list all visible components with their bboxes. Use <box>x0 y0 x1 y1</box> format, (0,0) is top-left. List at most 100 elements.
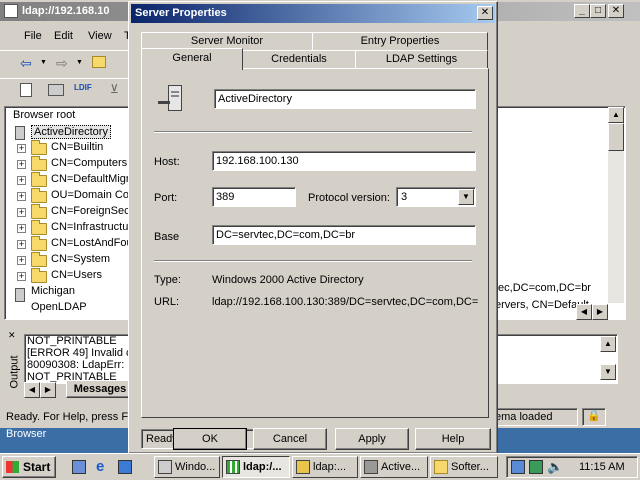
base-field[interactable]: DC=servtec,DC=com,DC=br <box>212 225 476 245</box>
expand-icon[interactable]: + <box>17 208 26 217</box>
expand-icon[interactable]: + <box>17 240 26 249</box>
task-label: Softer... <box>451 461 489 473</box>
app-icon <box>4 4 18 18</box>
tree-item[interactable]: OU=Domain Cor <box>51 189 133 205</box>
tree-item[interactable]: CN=System <box>51 253 110 269</box>
dropdown-arrow-icon[interactable]: ▼ <box>40 59 47 66</box>
task-label: ldap:... <box>313 461 347 473</box>
scroll-left-icon[interactable]: ◀ <box>576 304 592 320</box>
output-line: 80090308: LdapErr: D <box>27 359 134 371</box>
tree-pane: Browser root ActiveDirectory + CN=Builti… <box>4 106 136 320</box>
system-tray: 🔈 11:15 AM <box>506 456 638 478</box>
ie-icon[interactable]: e <box>96 458 104 475</box>
general-tab-panel: ActiveDirectory Host: 192.168.100.130 Po… <box>141 68 489 418</box>
clock[interactable]: 11:15 AM <box>579 461 625 473</box>
network-icon[interactable] <box>511 460 525 474</box>
tab-label: LDAP Settings <box>385 53 458 65</box>
dialog-title-bar: Server Properties ✕ <box>131 4 495 23</box>
tab-label: Entry Properties <box>360 35 440 47</box>
entry-list-scrollbar[interactable]: ▲ <box>608 107 624 303</box>
start-button[interactable]: Start <box>2 456 56 478</box>
tab-ldap-settings[interactable]: LDAP Settings <box>355 50 488 68</box>
protocol-version-select[interactable]: 3 ▼ <box>396 187 476 207</box>
host-field[interactable]: 192.168.100.130 <box>212 151 476 171</box>
scroll-down-icon[interactable]: ▼ <box>600 364 616 380</box>
expand-icon[interactable]: + <box>17 176 26 185</box>
expand-icon[interactable]: + <box>17 272 26 281</box>
tree-item-openldap[interactable]: OpenLDAP <box>31 301 87 317</box>
start-label: Start <box>23 460 51 474</box>
tab-general[interactable]: General <box>141 48 243 70</box>
expand-icon[interactable]: + <box>17 192 26 201</box>
output-text-area[interactable]: NOT_PRINTABLE [ERROR 49] Invalid c 80090… <box>24 334 134 384</box>
tab-credentials[interactable]: Credentials <box>242 50 356 68</box>
up-folder-icon[interactable] <box>92 56 106 68</box>
server-properties-dialog: Server Properties ✕ Server Monitor Entry… <box>128 1 498 454</box>
menu-file[interactable]: File <box>24 30 42 42</box>
dialog-close-icon[interactable]: ✕ <box>477 6 493 20</box>
tree-item-activedirectory[interactable]: ActiveDirectory <box>31 125 111 139</box>
scroll-right-icon[interactable]: ▶ <box>40 382 56 398</box>
help-button[interactable]: Help <box>415 428 491 450</box>
forward-arrow-icon[interactable]: ⇨ <box>56 55 68 72</box>
task-ldap-active[interactable]: ldap:/... <box>222 456 290 478</box>
ldif-icon[interactable]: LDIF <box>74 83 92 92</box>
task-label: ldap:/... <box>243 461 282 473</box>
tree-item[interactable]: CN=Builtin <box>51 141 103 157</box>
scroll-up-icon[interactable]: ▲ <box>608 107 624 123</box>
speaker-icon[interactable]: 🔈 <box>547 459 563 475</box>
ok-button[interactable]: OK <box>173 428 247 450</box>
close-icon[interactable]: ✕ <box>608 4 624 18</box>
task-softer[interactable]: Softer... <box>430 456 498 478</box>
tree-item[interactable]: CN=ForeignSec <box>51 205 130 221</box>
main-window-title: ldap://192.168.10 <box>22 5 110 17</box>
desktop-icon[interactable] <box>72 460 86 474</box>
scroll-right-icon[interactable]: ▶ <box>592 304 608 320</box>
folder-icon <box>31 156 47 171</box>
tree-item[interactable]: CN=Computers <box>51 157 127 173</box>
task-windows[interactable]: Windo... <box>154 456 220 478</box>
back-arrow-icon[interactable]: ⇦ <box>20 55 32 72</box>
server-icon <box>156 83 188 115</box>
scroll-thumb[interactable] <box>608 123 624 151</box>
port-field[interactable]: 389 <box>212 187 296 207</box>
expand-icon[interactable]: + <box>17 160 26 169</box>
outlook-icon[interactable] <box>118 460 132 474</box>
monitor-icon[interactable] <box>529 460 543 474</box>
status-text: Ready. For Help, press F1 <box>6 411 135 423</box>
chevron-down-icon[interactable]: ▼ <box>458 189 474 205</box>
scroll-left-icon[interactable]: ◀ <box>24 382 40 398</box>
tab-entry-properties[interactable]: Entry Properties <box>312 32 488 50</box>
stack-icon[interactable] <box>48 84 64 96</box>
tree-item-michigan[interactable]: Michigan <box>31 285 75 301</box>
tree-item[interactable]: CN=Users <box>51 269 102 285</box>
expand-icon[interactable]: + <box>17 256 26 265</box>
scroll-up-icon[interactable]: ▲ <box>600 336 616 352</box>
page-icon[interactable] <box>20 83 32 97</box>
dropdown-arrow-icon[interactable]: ▼ <box>76 59 83 66</box>
task-ldap[interactable]: ldap:... <box>292 456 358 478</box>
messages-tab[interactable]: Messages <box>66 380 134 398</box>
apply-button[interactable]: Apply <box>335 428 409 450</box>
close-output-icon[interactable]: ✕ <box>8 330 16 341</box>
filter-icon[interactable]: ⊻ <box>110 82 119 96</box>
maximize-icon[interactable]: □ <box>590 4 606 18</box>
tree-item[interactable]: CN=LostAndFou <box>51 237 133 253</box>
background-window-text: Browser <box>6 428 47 440</box>
output-line: NOT_PRINTABLE <box>27 335 117 347</box>
menu-edit[interactable]: Edit <box>54 30 73 42</box>
expand-icon[interactable]: + <box>17 224 26 233</box>
task-active[interactable]: Active... <box>360 456 428 478</box>
tab-label: General <box>172 52 212 64</box>
tree-root[interactable]: Browser root <box>13 109 75 121</box>
lock-icon: 🔒 <box>582 408 606 426</box>
minimize-icon[interactable]: _ <box>574 4 590 18</box>
cancel-button[interactable]: Cancel <box>253 428 327 450</box>
menu-view[interactable]: View <box>88 30 112 42</box>
tree-item[interactable]: CN=DefaultMigr <box>51 173 130 189</box>
host-label: Host: <box>154 156 180 168</box>
expand-icon[interactable]: + <box>17 144 26 153</box>
protocol-version-value: 3 <box>401 191 408 203</box>
tree-item[interactable]: CN=Infrastructu <box>51 221 128 237</box>
name-field[interactable]: ActiveDirectory <box>214 89 476 109</box>
